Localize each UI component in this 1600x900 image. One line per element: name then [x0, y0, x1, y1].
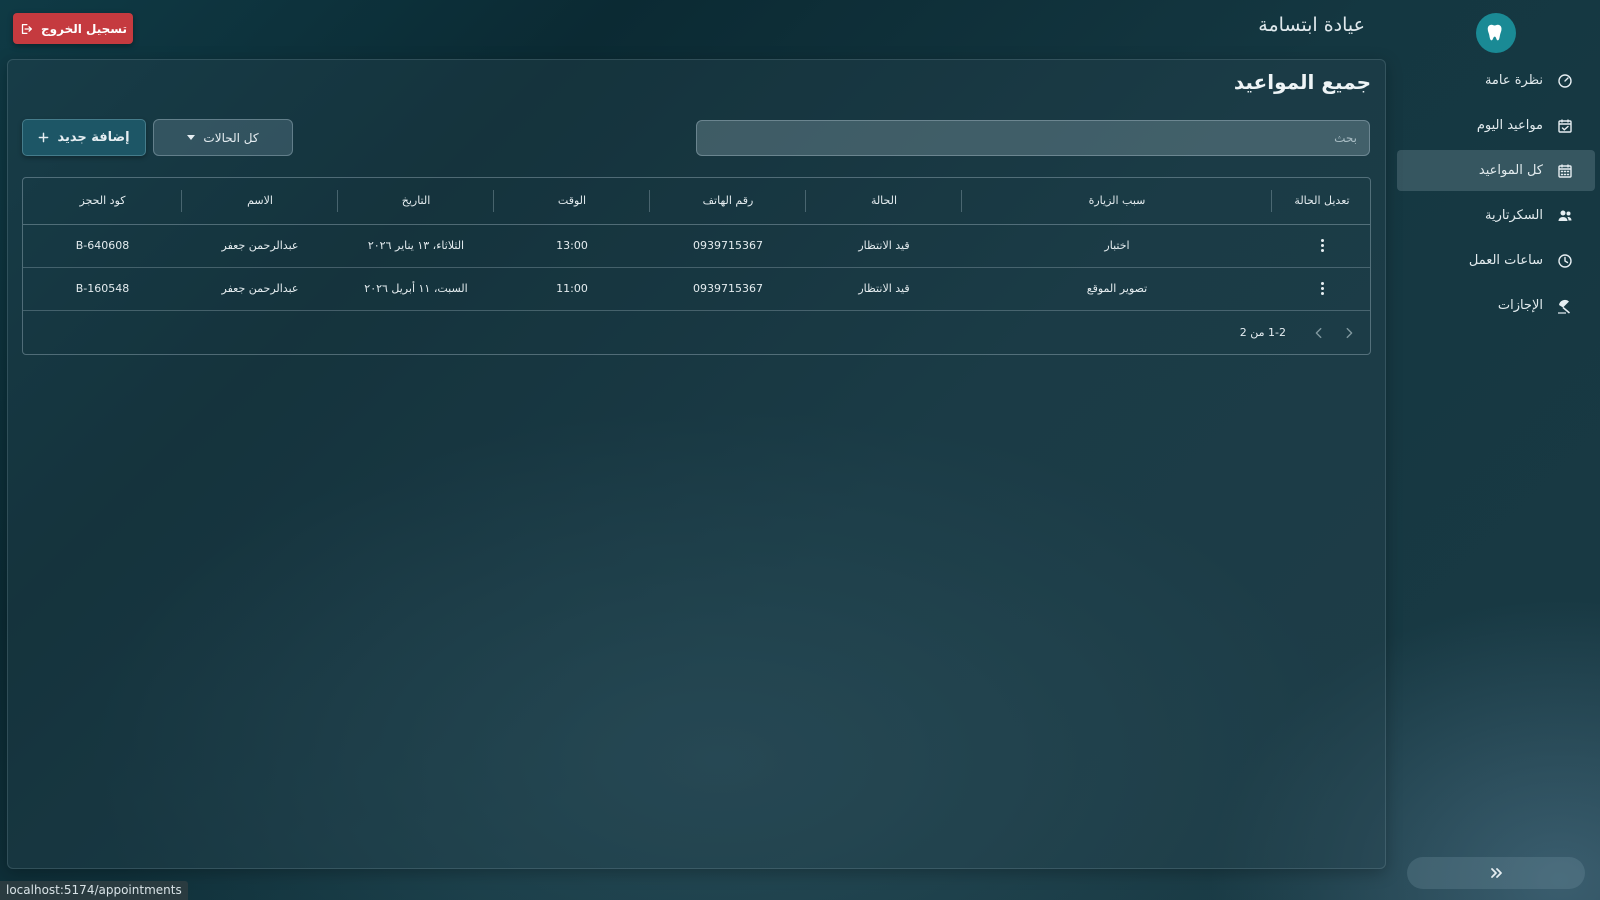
status-cell: قيد الانتظار	[858, 239, 910, 252]
time-cell: 11:00	[556, 282, 588, 295]
sidebar-item-vacations[interactable]: الإجازات	[1397, 285, 1595, 326]
column-header: سبب الزيارة	[962, 178, 1272, 224]
clock-icon	[1558, 253, 1572, 268]
column-header: الاسم	[182, 178, 338, 224]
sidebar-collapse-button[interactable]	[1407, 857, 1585, 889]
sidebar-item-working-hours[interactable]: ساعات العمل	[1397, 240, 1595, 281]
appointments-table: تعديل الحالة سبب الزيارة الحالة رقم الها…	[22, 177, 1371, 355]
caret-down-icon	[187, 135, 196, 140]
column-header: تعديل الحالة	[1294, 194, 1350, 208]
sidebar-item-today-appointments[interactable]: مواعيد اليوم	[1397, 105, 1595, 146]
calendar-grid-icon	[1558, 164, 1572, 178]
users-icon	[1558, 210, 1572, 221]
column-header: التاريخ	[338, 178, 494, 224]
more-vertical-icon[interactable]	[1317, 282, 1327, 295]
table-row: تصوير الموقع قيد الانتظار 0939715367 11:…	[23, 267, 1370, 310]
more-vertical-icon[interactable]	[1317, 239, 1327, 252]
clinic-logo	[1476, 13, 1516, 53]
visit-reason-cell: اختبار	[1104, 239, 1130, 252]
sidebar-item-label: الإجازات	[1497, 298, 1543, 313]
phone-cell: 0939715367	[693, 239, 763, 252]
sidebar-item-all-appointments[interactable]: كل المواعيد	[1397, 150, 1595, 191]
page-title: جميع المواعيد	[1233, 70, 1371, 94]
add-new-button[interactable]: إضافة جديد	[22, 119, 146, 156]
phone-cell: 0939715367	[693, 282, 763, 295]
visit-reason-cell: تصوير الموقع	[1086, 282, 1148, 295]
beach-umbrella-icon	[1558, 299, 1570, 314]
column-header: الحالة	[806, 178, 962, 224]
tooth-icon	[1487, 24, 1502, 41]
column-header: رقم الهاتف	[650, 178, 806, 224]
status-bar-url: localhost:5174/appointments	[0, 881, 188, 900]
logout-icon	[21, 23, 32, 34]
row-actions-cell	[1272, 267, 1370, 310]
date-cell: السبت، ١١ أبريل ٢٠٢٦	[364, 282, 468, 295]
sidebar-item-label: ساعات العمل	[1468, 253, 1543, 268]
sidebar-item-label: السكرتارية	[1485, 208, 1543, 223]
sidebar-item-label: كل المواعيد	[1478, 163, 1543, 178]
status-cell: قيد الانتظار	[858, 282, 910, 295]
date-cell: الثلاثاء، ١٣ يناير ٢٠٢٦	[367, 239, 465, 252]
plus-icon	[39, 132, 49, 143]
sidebar-item-overview[interactable]: نظرة عامة	[1397, 60, 1595, 101]
sidebar-item-secretaries[interactable]: السكرتارية	[1397, 195, 1595, 236]
status-filter-value: كل الحالات	[203, 130, 259, 145]
column-header: كود الحجز	[23, 178, 182, 224]
logout-label: تسجيل الخروج	[41, 21, 127, 36]
sidebar-item-label: نظرة عامة	[1484, 73, 1543, 88]
add-new-label: إضافة جديد	[57, 130, 130, 145]
booking-code-cell: B-640608	[75, 239, 130, 252]
table-row: اختبار قيد الانتظار 0939715367 13:00 الث…	[23, 224, 1370, 267]
name-cell: عبدالرحمن جعفر	[221, 239, 299, 252]
sidebar-nav: نظرة عامة مواعيد اليوم كل المواعيد السكر…	[1397, 60, 1595, 330]
chevron-left-icon[interactable]	[1312, 326, 1326, 340]
status-filter-select[interactable]: كل الحالات	[153, 119, 293, 156]
booking-code-cell: B-160548	[75, 282, 130, 295]
name-cell: عبدالرحمن جعفر	[221, 282, 299, 295]
column-header: الوقت	[494, 178, 650, 224]
search-input[interactable]	[696, 120, 1370, 156]
logout-button[interactable]: تسجيل الخروج	[13, 13, 133, 44]
appointments-panel: جميع المواعيد كل الحالات إضافة جديد تعدي…	[7, 59, 1386, 869]
pagination-info: 1-2 من 2	[1239, 326, 1286, 339]
calendar-check-icon	[1558, 119, 1572, 133]
time-cell: 13:00	[556, 239, 588, 252]
pagination: 1-2 من 2	[23, 311, 1370, 355]
chevron-right-icon[interactable]	[1342, 326, 1356, 340]
app-title: عيادة ابتسامة	[1258, 14, 1365, 36]
row-actions-cell	[1272, 224, 1370, 267]
gauge-icon	[1558, 73, 1572, 88]
sidebar-item-label: مواعيد اليوم	[1476, 118, 1543, 133]
table-header-row: تعديل الحالة سبب الزيارة الحالة رقم الها…	[23, 178, 1370, 224]
double-chevron-icon	[1491, 868, 1502, 878]
